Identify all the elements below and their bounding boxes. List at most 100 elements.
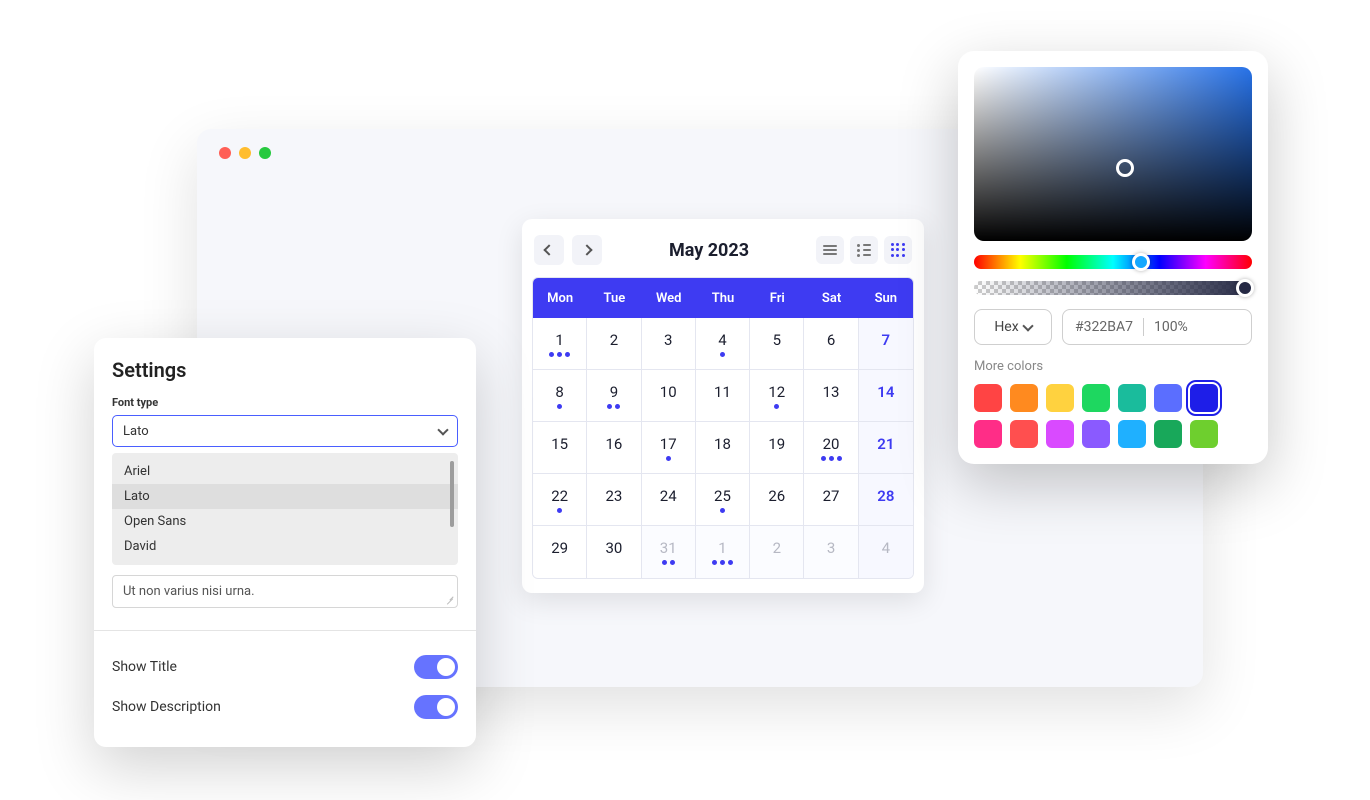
maximize-icon[interactable]	[259, 147, 271, 159]
calendar-day[interactable]: 28	[859, 474, 913, 526]
color-swatch[interactable]	[1190, 420, 1218, 448]
font-option[interactable]: David	[112, 534, 458, 559]
calendar-day[interactable]: 29	[533, 526, 587, 578]
calendar-day[interactable]: 13	[804, 370, 858, 422]
calendar-day[interactable]: 6	[804, 318, 858, 370]
calendar-day[interactable]: 14	[859, 370, 913, 422]
chevron-left-icon	[543, 244, 554, 255]
font-dropdown: ArielLatoOpen SansDavid	[112, 453, 458, 565]
font-option[interactable]: Open Sans	[112, 509, 458, 534]
divider	[94, 630, 476, 631]
minimize-icon[interactable]	[239, 147, 251, 159]
color-swatches	[974, 384, 1252, 448]
font-select-value: Lato	[123, 424, 149, 439]
calendar-day[interactable]: 1	[696, 526, 750, 578]
resize-handle-icon[interactable]	[444, 594, 454, 604]
grid-icon	[891, 243, 905, 257]
list-icon	[857, 244, 871, 257]
color-swatch[interactable]	[1190, 384, 1218, 412]
font-option[interactable]: Lato	[112, 484, 458, 509]
calendar-day[interactable]: 21	[859, 422, 913, 474]
calendar-day[interactable]: 31	[642, 526, 696, 578]
color-swatch[interactable]	[1082, 420, 1110, 448]
calendar-day[interactable]: 16	[587, 422, 641, 474]
calendar-body: 1234567891011121314151617181920212223242…	[533, 318, 913, 578]
color-gradient[interactable]	[974, 67, 1252, 241]
show-title-toggle[interactable]	[414, 655, 458, 679]
calendar-day[interactable]: 23	[587, 474, 641, 526]
prev-month-button[interactable]	[534, 235, 564, 265]
calendar-day[interactable]: 8	[533, 370, 587, 422]
calendar-day[interactable]: 18	[696, 422, 750, 474]
weekday-cell: Tue	[587, 278, 641, 318]
calendar-day[interactable]: 3	[804, 526, 858, 578]
calendar-day[interactable]: 4	[696, 318, 750, 370]
color-swatch[interactable]	[1010, 420, 1038, 448]
calendar-day[interactable]: 24	[642, 474, 696, 526]
calendar-day[interactable]: 26	[750, 474, 804, 526]
calendar-weekday-header: MonTueWedThuFriSatSun	[533, 278, 913, 318]
color-swatch[interactable]	[974, 384, 1002, 412]
color-swatch[interactable]	[1118, 420, 1146, 448]
color-swatch[interactable]	[1010, 384, 1038, 412]
calendar-day[interactable]: 2	[587, 318, 641, 370]
description-textarea[interactable]: Ut non varius nisi urna.	[112, 575, 458, 608]
weekday-cell: Fri	[750, 278, 804, 318]
font-select[interactable]: Lato	[112, 415, 458, 447]
show-title-label: Show Title	[112, 659, 177, 675]
calendar-day[interactable]: 25	[696, 474, 750, 526]
color-picker-handle[interactable]	[1116, 159, 1134, 177]
color-swatch[interactable]	[1154, 420, 1182, 448]
view-grid-button[interactable]	[884, 236, 912, 264]
calendar-day[interactable]: 9	[587, 370, 641, 422]
alpha-handle[interactable]	[1236, 279, 1254, 297]
hex-input[interactable]: #322BA7 100%	[1062, 309, 1252, 345]
view-list-button[interactable]	[850, 236, 878, 264]
calendar-day[interactable]: 5	[750, 318, 804, 370]
calendar-day[interactable]: 7	[859, 318, 913, 370]
color-swatch[interactable]	[1154, 384, 1182, 412]
chevron-right-icon	[581, 244, 592, 255]
alpha-slider[interactable]	[974, 281, 1252, 295]
color-swatch[interactable]	[1082, 384, 1110, 412]
calendar-day[interactable]: 10	[642, 370, 696, 422]
hue-handle[interactable]	[1132, 253, 1150, 271]
weekday-cell: Sat	[804, 278, 858, 318]
calendar-day[interactable]: 20	[804, 422, 858, 474]
color-swatch[interactable]	[974, 420, 1002, 448]
show-description-toggle[interactable]	[414, 695, 458, 719]
color-format-value: Hex	[994, 319, 1018, 335]
calendar-title: May 2023	[669, 240, 749, 261]
calendar-day[interactable]: 1	[533, 318, 587, 370]
color-swatch[interactable]	[1118, 384, 1146, 412]
color-swatch[interactable]	[1046, 420, 1074, 448]
weekday-cell: Thu	[696, 278, 750, 318]
chevron-down-icon	[437, 424, 448, 435]
calendar-day[interactable]: 22	[533, 474, 587, 526]
calendar-day[interactable]: 17	[642, 422, 696, 474]
calendar-day[interactable]: 2	[750, 526, 804, 578]
next-month-button[interactable]	[572, 235, 602, 265]
calendar-day[interactable]: 15	[533, 422, 587, 474]
font-option[interactable]: Ariel	[112, 459, 458, 484]
close-icon[interactable]	[219, 147, 231, 159]
hex-value: #322BA7	[1075, 319, 1133, 335]
calendar-day[interactable]: 11	[696, 370, 750, 422]
calendar-day[interactable]: 12	[750, 370, 804, 422]
weekday-cell: Mon	[533, 278, 587, 318]
show-description-label: Show Description	[112, 699, 221, 715]
weekday-cell: Sun	[859, 278, 913, 318]
color-swatch[interactable]	[1046, 384, 1074, 412]
textarea-value: Ut non varius nisi urna.	[123, 584, 255, 599]
calendar-day[interactable]: 3	[642, 318, 696, 370]
calendar-day[interactable]: 30	[587, 526, 641, 578]
hue-slider[interactable]	[974, 255, 1252, 269]
view-agenda-button[interactable]	[816, 236, 844, 264]
calendar-day[interactable]: 4	[859, 526, 913, 578]
calendar-day[interactable]: 27	[804, 474, 858, 526]
calendar-day[interactable]: 19	[750, 422, 804, 474]
color-format-select[interactable]: Hex	[974, 309, 1052, 345]
weekday-cell: Wed	[642, 278, 696, 318]
scrollbar[interactable]	[450, 461, 454, 527]
settings-panel: Settings Font type Lato ArielLatoOpen Sa…	[94, 338, 476, 747]
